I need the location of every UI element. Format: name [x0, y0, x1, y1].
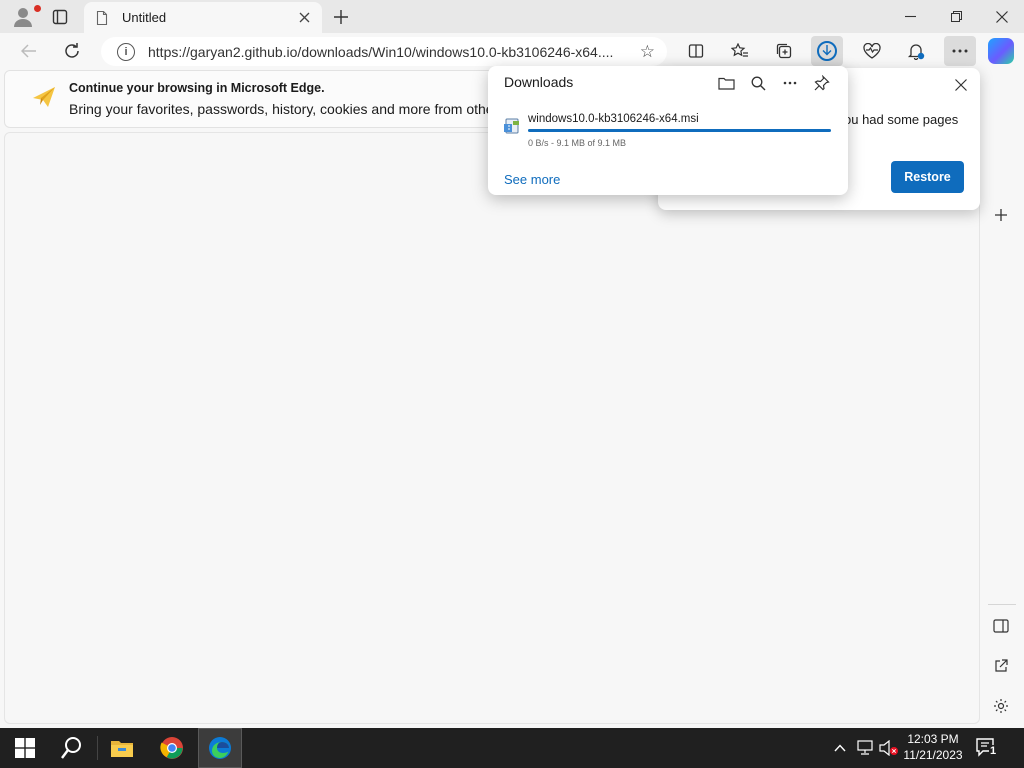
sidebar-divider: [988, 604, 1016, 605]
more-icon: [783, 81, 797, 85]
title-bar: Untitled: [0, 0, 1024, 33]
back-arrow-icon: [21, 44, 36, 58]
restore-window-button[interactable]: [940, 0, 972, 33]
more-options-button[interactable]: [777, 70, 803, 96]
tab-actions-button[interactable]: [44, 0, 76, 33]
infobar-heading: Continue your browsing in Microsoft Edge…: [69, 81, 325, 95]
taskbar: 12:03 PM 11/21/2023 1: [0, 728, 1024, 768]
taskbar-clock[interactable]: 12:03 PM 11/21/2023: [900, 731, 966, 763]
downloads-title: Downloads: [504, 74, 574, 90]
back-button[interactable]: [14, 36, 44, 66]
tab-close-icon[interactable]: [296, 10, 312, 26]
refresh-icon: [65, 43, 79, 58]
file-explorer-icon: [111, 741, 133, 757]
taskbar-search-button[interactable]: [52, 728, 92, 768]
start-button[interactable]: [4, 728, 46, 768]
pin-icon: [814, 75, 830, 91]
notifications-button[interactable]: [900, 36, 932, 66]
collections-icon: [776, 43, 792, 59]
more-icon: [952, 49, 968, 53]
restore-window-icon: [950, 11, 962, 22]
action-center-button[interactable]: 1: [974, 736, 1000, 760]
restore-close-button[interactable]: [950, 74, 972, 96]
page-icon: [96, 10, 108, 25]
paper-plane-icon: [33, 87, 55, 107]
favorites-icon: [731, 43, 748, 57]
search-icon: [751, 76, 765, 90]
show-hidden-icons-button[interactable]: [830, 728, 850, 768]
tab-untitled[interactable]: Untitled: [84, 2, 322, 33]
close-window-button[interactable]: [986, 0, 1018, 33]
network-status-button[interactable]: [854, 728, 876, 768]
minimize-icon: [904, 15, 916, 18]
close-icon: [955, 79, 967, 91]
restore-button[interactable]: Restore: [891, 161, 964, 193]
sidebar-panel-icon: [993, 619, 1009, 633]
pin-downloads-button[interactable]: [809, 70, 835, 96]
download-filename[interactable]: windows10.0-kb3106246-x64.msi: [528, 113, 699, 125]
taskbar-separator: [97, 736, 98, 760]
url-text[interactable]: https://garyan2.github.io/downloads/Win1…: [148, 44, 628, 60]
site-info-icon[interactable]: i: [117, 42, 135, 61]
search-downloads-button[interactable]: [745, 70, 771, 96]
new-tab-button[interactable]: [328, 0, 354, 33]
network-icon: [857, 740, 873, 755]
clock-date: 11/21/2023: [903, 748, 963, 762]
clock-time: 12:03 PM: [907, 732, 959, 746]
edge-button[interactable]: [198, 728, 242, 768]
windows-logo-icon: [15, 738, 35, 758]
minimize-button[interactable]: [894, 0, 926, 33]
copilot-icon[interactable]: [988, 38, 1014, 64]
page-content[interactable]: [4, 132, 980, 724]
plus-icon: [334, 9, 348, 24]
folder-icon: [717, 77, 735, 90]
address-bar[interactable]: i https://garyan2.github.io/downloads/Wi…: [101, 37, 667, 66]
profile-button[interactable]: [6, 0, 41, 33]
chevron-up-icon: [834, 744, 846, 752]
refresh-button[interactable]: [57, 36, 87, 66]
download-progress-bar: [528, 129, 831, 132]
msi-installer-icon: [504, 118, 519, 134]
edge-icon: [209, 737, 231, 759]
chrome-button[interactable]: [150, 728, 194, 768]
external-link-icon: [995, 659, 1008, 672]
gear-icon: [994, 699, 1008, 713]
infobar-body: Bring your favorites, passwords, history…: [69, 101, 489, 117]
downloads-button[interactable]: [811, 36, 843, 66]
sidebar-add-button[interactable]: [988, 202, 1014, 228]
file-explorer-button[interactable]: [100, 728, 144, 768]
navigation-bar: i https://garyan2.github.io/downloads/Wi…: [0, 33, 1024, 70]
volume-button[interactable]: [878, 728, 900, 768]
browser-essentials-button[interactable]: [856, 36, 888, 66]
volume-muted-icon: [879, 740, 898, 756]
open-in-new-window-button[interactable]: [988, 653, 1014, 679]
chrome-icon: [160, 737, 183, 759]
search-icon: [61, 737, 81, 759]
split-screen-icon: [688, 44, 704, 58]
notification-count: 1: [989, 745, 998, 757]
favorites-button[interactable]: [724, 36, 756, 66]
open-downloads-folder-button[interactable]: [713, 70, 739, 96]
split-screen-button[interactable]: [680, 36, 712, 66]
see-more-link[interactable]: See more: [504, 172, 560, 187]
heart-pulse-icon: [863, 43, 881, 59]
plus-icon: [995, 209, 1007, 221]
downloads-flyout: Downloads windows10.0-kb3106246-x64.msi …: [488, 66, 848, 195]
download-icon: [817, 41, 837, 61]
bell-icon: [907, 44, 925, 60]
tab-actions-icon: [52, 9, 68, 24]
close-icon: [996, 10, 1008, 23]
collections-button[interactable]: [768, 36, 800, 66]
download-status: 0 B/s - 9.1 MB of 9.1 MB: [528, 138, 627, 148]
profile-icon: [14, 7, 32, 27]
settings-and-more-button[interactable]: [944, 36, 976, 66]
hide-sidebar-button[interactable]: [988, 613, 1014, 639]
profile-alert-dot: [34, 5, 41, 12]
favorite-star-icon[interactable]: ☆: [640, 42, 655, 62]
tab-title: Untitled: [122, 10, 167, 25]
sidebar-settings-button[interactable]: [988, 693, 1014, 719]
restore-message: ou had some pages: [844, 112, 959, 127]
download-progress-fill: [528, 129, 831, 132]
